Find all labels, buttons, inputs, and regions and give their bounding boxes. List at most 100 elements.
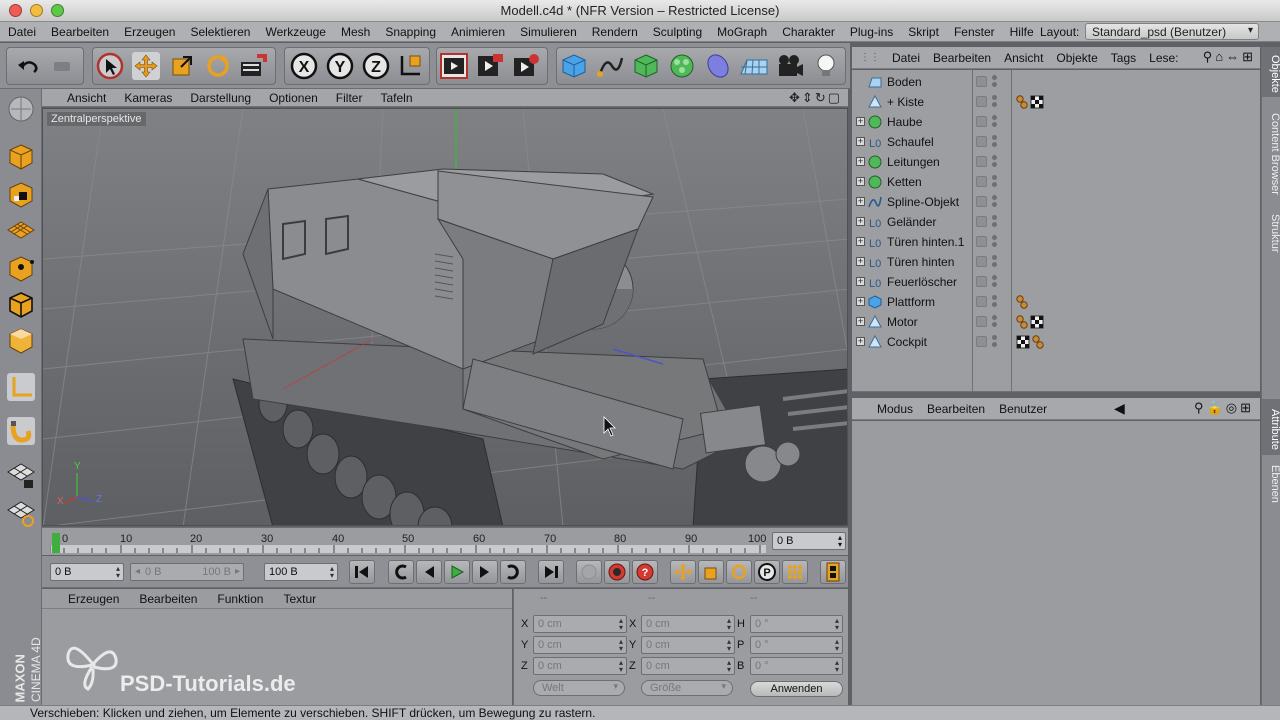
go-to-start-button[interactable]	[349, 560, 375, 584]
object-name[interactable]: Feuerlöscher	[887, 275, 957, 289]
timeline-window-button[interactable]	[820, 560, 846, 584]
3d-viewport[interactable]: Zentralperspektive Y X Z	[42, 108, 848, 526]
workplane-tool-button[interactable]	[4, 497, 38, 529]
viewport-menu-kameras[interactable]: Kameras	[115, 91, 181, 105]
object-name[interactable]: Türen hinten	[887, 255, 954, 269]
record-rotation-button[interactable]	[726, 560, 752, 584]
object-row[interactable]: + Leitungen	[852, 152, 1260, 172]
record-point-level-button[interactable]	[782, 560, 808, 584]
snapping-button[interactable]	[4, 415, 38, 447]
attribute-menu-modus[interactable]: Modus	[870, 402, 920, 416]
current-frame-field[interactable]: 0 B ▴ ▾	[772, 532, 846, 550]
render-settings-button[interactable]	[510, 48, 542, 84]
object-name[interactable]: + Kiste	[887, 95, 924, 109]
expand-plus-icon[interactable]: +	[856, 337, 865, 346]
material-tag-icon[interactable]	[1016, 315, 1028, 332]
tab-content-browser[interactable]: Content Browser	[1262, 103, 1280, 201]
layer-toggle[interactable]	[976, 76, 987, 87]
object-row[interactable]: + L0 Geländer	[852, 212, 1260, 232]
record-keys-button[interactable]	[576, 560, 602, 584]
object-menu-objekte[interactable]: Objekte	[1050, 51, 1104, 65]
layer-toggle[interactable]	[976, 256, 987, 267]
attribute-menu-bearbeiten[interactable]: Bearbeiten	[920, 402, 992, 416]
model-mode-button[interactable]	[4, 141, 38, 173]
layout-select[interactable]: Standard_psd (Benutzer) ▾	[1085, 23, 1259, 40]
object-row[interactable]: + Ketten	[852, 172, 1260, 192]
size-mode-select[interactable]: Größe ▾	[641, 680, 733, 696]
axis-mode-button[interactable]	[4, 371, 38, 403]
object-row[interactable]: + Spline-Objekt	[852, 192, 1260, 212]
z-axis-lock-button[interactable]: Z	[360, 48, 392, 84]
visibility-dots[interactable]	[992, 315, 998, 329]
object-name[interactable]: Cockpit	[887, 335, 927, 349]
object-name[interactable]: Türen hinten.1	[887, 235, 964, 249]
layer-toggle[interactable]	[976, 116, 987, 127]
expand-plus-icon[interactable]: +	[856, 177, 865, 186]
previous-frame-button[interactable]	[416, 560, 442, 584]
object-menu-lesezeichen[interactable]: Lese:	[1143, 51, 1185, 65]
autokey-button[interactable]	[604, 560, 630, 584]
spline-pen-button[interactable]	[594, 48, 626, 84]
object-row[interactable]: + Cockpit	[852, 332, 1260, 352]
tab-objekte[interactable]: Objekte	[1262, 47, 1280, 97]
visibility-dots[interactable]	[992, 135, 998, 149]
layer-toggle[interactable]	[976, 336, 987, 347]
visibility-dots[interactable]	[992, 115, 998, 129]
cloner-button[interactable]	[666, 48, 698, 84]
play-button[interactable]	[444, 560, 470, 584]
make-editable-button[interactable]	[4, 93, 38, 125]
checker-tag-icon[interactable]	[1016, 335, 1030, 352]
record-parameter-button[interactable]: P	[754, 560, 780, 584]
layer-toggle[interactable]	[976, 216, 987, 227]
object-row[interactable]: + L0 Türen hinten	[852, 252, 1260, 272]
keyframe-selection-button[interactable]: ?	[632, 560, 658, 584]
checker-tag-icon[interactable]	[1030, 315, 1044, 332]
material-menu-erzeugen[interactable]: Erzeugen	[56, 592, 127, 606]
floor-object-button[interactable]	[738, 48, 770, 84]
edges-mode-button[interactable]	[4, 289, 38, 321]
workplane-lock-button[interactable]	[4, 459, 38, 491]
viewport-menu-ansicht[interactable]: Ansicht	[58, 91, 115, 105]
menu-snapping[interactable]: Snapping	[377, 25, 443, 39]
move-tool-button[interactable]	[130, 48, 162, 84]
camera-object-button[interactable]	[774, 48, 806, 84]
object-name[interactable]: Motor	[887, 315, 918, 329]
menu-selektieren[interactable]: Selektieren	[182, 25, 257, 39]
back-arrow-icon[interactable]: ◀	[1114, 400, 1125, 417]
checker-tag-icon[interactable]	[1030, 95, 1044, 112]
visibility-dots[interactable]	[992, 215, 998, 229]
timeline-ruler[interactable]: 0 10 20 30 40 50 60 70 80 90 100	[50, 531, 766, 553]
menu-werkzeuge[interactable]: Werkzeuge	[257, 25, 332, 39]
material-tag-icon[interactable]	[1032, 335, 1044, 352]
object-manager-tool-icons[interactable]: ⚲⌂⇔⊞	[1203, 49, 1256, 65]
pos-x-field[interactable]: 0 cm ▴ ▾	[533, 615, 627, 633]
material-menu-funktion[interactable]: Funktion	[205, 592, 271, 606]
menu-animieren[interactable]: Animieren	[443, 25, 512, 39]
menu-charakter[interactable]: Charakter	[774, 25, 842, 39]
viewport-menu-tafeln[interactable]: Tafeln	[371, 91, 421, 105]
expand-plus-icon[interactable]: +	[856, 197, 865, 206]
cube-object-button[interactable]	[558, 48, 590, 84]
next-frame-button[interactable]	[472, 560, 498, 584]
attribute-menu-benutzer[interactable]: Benutzer	[992, 402, 1054, 416]
tab-struktur[interactable]: Struktur	[1262, 205, 1280, 257]
material-menu-bearbeiten[interactable]: Bearbeiten	[127, 592, 205, 606]
menu-datei[interactable]: Datei	[0, 25, 43, 39]
size-y-field[interactable]: 0 cm ▴ ▾	[641, 636, 735, 654]
material-tag-icon[interactable]	[1016, 95, 1028, 112]
object-row[interactable]: + Kiste	[852, 92, 1260, 112]
size-x-field[interactable]: 0 cm ▴ ▾	[641, 615, 735, 633]
menu-simulieren[interactable]: Simulieren	[512, 25, 584, 39]
layer-toggle[interactable]	[976, 176, 987, 187]
viewport-menu-darstellung[interactable]: Darstellung	[181, 91, 260, 105]
redo-button[interactable]	[46, 48, 78, 84]
visibility-dots[interactable]	[992, 175, 998, 189]
coordinate-system-button[interactable]	[394, 48, 426, 84]
object-row[interactable]: + L0 Türen hinten.1	[852, 232, 1260, 252]
viewport-menu-optionen[interactable]: Optionen	[260, 91, 327, 105]
layer-toggle[interactable]	[976, 136, 987, 147]
object-menu-ansicht[interactable]: Ansicht	[998, 51, 1050, 65]
rot-h-field[interactable]: 0 ° ▴ ▾	[750, 615, 843, 633]
menu-mesh[interactable]: Mesh	[333, 25, 377, 39]
deformer-button[interactable]	[702, 48, 734, 84]
